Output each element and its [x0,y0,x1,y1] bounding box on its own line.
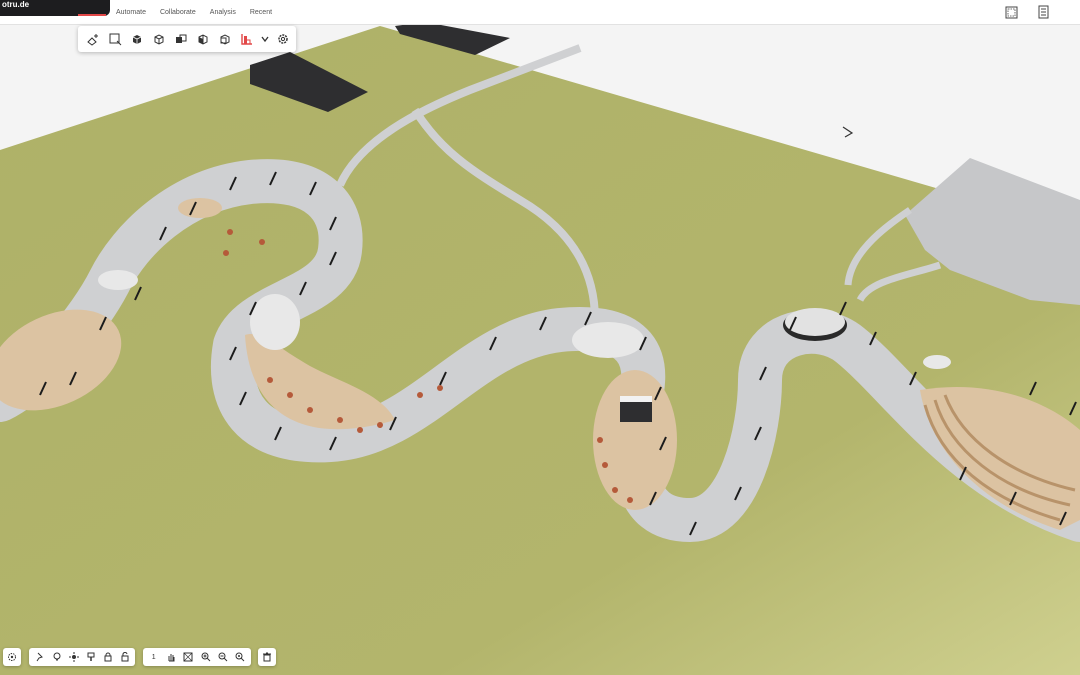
menu-item-automate[interactable]: Automate [116,9,146,16]
pavilion-roof [572,322,644,358]
wood-deck [178,198,222,218]
cube-icon[interactable] [128,30,146,48]
step-label[interactable]: 1 [146,649,161,665]
menu-item-analysis[interactable]: Analysis [210,9,236,16]
trash-icon[interactable] [259,649,275,665]
url-text: otru.de [2,0,30,9]
url-chip: otru.de [0,0,110,16]
select-box-icon[interactable] [106,30,124,48]
pavilion-roof [98,270,138,290]
view-controls [1004,5,1050,19]
cube-split-icon[interactable] [194,30,212,48]
top-menu-bar: Automate Collaborate Analysis Recent [0,0,1080,25]
cube-outline-icon[interactable] [150,30,168,48]
zoom-out-icon[interactable] [215,649,230,665]
light-icon[interactable] [49,649,64,665]
frame-icon[interactable] [1004,5,1018,19]
bottom-view-group: 1 [143,648,251,666]
main-menu: Automate Collaborate Analysis Recent [116,0,272,24]
sun-icon[interactable] [66,649,81,665]
bottom-tools-group [29,648,135,666]
active-tab-indicator [78,14,106,16]
panel-icon[interactable] [1036,5,1050,19]
settings-icon[interactable] [274,30,292,48]
menu-item-collaborate[interactable]: Collaborate [160,9,196,16]
cubes-icon[interactable] [172,30,190,48]
object-toolbar [78,26,296,52]
stage-top [620,396,652,402]
pin-icon[interactable] [32,649,47,665]
chevron-down-icon[interactable] [260,30,270,48]
pavilion-roof [923,355,951,369]
hand-icon[interactable] [163,649,178,665]
paint-icon[interactable] [83,649,98,665]
lock-icon[interactable] [100,649,115,665]
site-3d-view[interactable] [0,0,1080,675]
menu-item-recent[interactable]: Recent [250,9,272,16]
add-object-icon[interactable] [84,30,102,48]
cube-front-icon[interactable] [216,30,234,48]
fit-icon[interactable] [181,649,196,665]
bottom-trash-group [258,648,276,666]
gear-icon[interactable] [4,649,20,665]
zoom-icon[interactable] [233,649,248,665]
chart-icon[interactable] [238,30,256,48]
zoom-in-icon[interactable] [198,649,213,665]
pavilion-roof [250,294,300,350]
bottom-settings-group [3,648,21,666]
unlock-icon[interactable] [117,649,132,665]
